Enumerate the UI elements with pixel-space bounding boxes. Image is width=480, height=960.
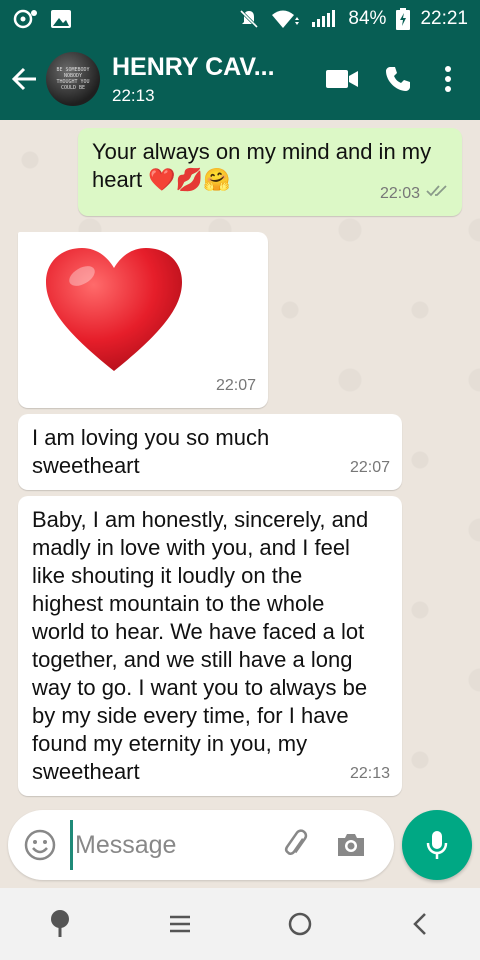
nav-menu-button[interactable] [150,894,210,954]
emoji-icon [24,829,56,861]
video-call-icon [326,70,358,88]
message-bubble-outgoing[interactable]: Your always on my mind and in my heart ❤… [78,128,462,216]
message-time: 22:03 [379,185,420,202]
pin-icon [51,910,69,937]
signal-icon [310,9,338,29]
avatar-text: BE SOMEBODY NOBODY THOUGHT YOU COULD BE [56,67,90,91]
voice-record-button[interactable] [402,810,472,880]
battery-icon [396,8,411,30]
wifi-icon [270,8,300,30]
status-bar: 84% 22:21 [0,0,480,38]
clock: 22:21 [420,8,468,29]
contact-subtitle: 22:13 [112,85,155,105]
back-arrow-icon [11,67,36,91]
attach-button[interactable] [270,815,324,875]
camera-icon [338,834,364,856]
mic-icon [426,831,448,859]
phone-icon [386,67,410,91]
camera-button[interactable] [324,815,378,875]
emoji-button[interactable] [10,815,70,875]
message-text: I am loving you so much sweetheart [32,425,270,478]
attach-icon [284,829,308,855]
back-button[interactable] [2,49,46,109]
message-time: 22:07 [215,377,256,394]
message-bubble-incoming[interactable]: Baby, I am honestly, sincerely, and madl… [18,496,402,796]
image-icon [50,9,72,29]
nav-home-button[interactable] [270,894,330,954]
more-options-button[interactable] [426,51,470,107]
more-vert-icon [445,66,451,92]
home-icon [288,912,312,936]
chat-header: BE SOMEBODY NOBODY THOUGHT YOU COULD BE … [0,38,480,120]
message-time: 22:07 [349,459,390,476]
video-call-button[interactable] [314,51,370,107]
contact-name: HENRY CAV... [112,52,275,81]
nav-pin-button[interactable] [30,894,90,954]
system-nav-bar [0,888,480,960]
double-check-icon [426,180,450,208]
sticker-message[interactable]: 22:07 [18,232,268,408]
message-bubble-incoming[interactable]: I am loving you so much sweetheart 22:07 [18,414,402,490]
mute-icon [238,8,260,30]
heart-sticker-icon [46,248,182,371]
chat-bubble-icon [12,9,38,29]
back-icon [413,913,426,935]
menu-icon [170,915,190,933]
contact-info[interactable]: HENRY CAV... 22:13 [112,53,282,106]
message-input[interactable] [70,820,260,870]
avatar[interactable]: BE SOMEBODY NOBODY THOUGHT YOU COULD BE [46,52,100,106]
battery-percent: 84% [348,8,387,29]
message-list[interactable]: Your always on my mind and in my heart ❤… [0,120,480,810]
message-text: Baby, I am honestly, sincerely, and madl… [32,507,369,784]
composer [8,810,394,880]
nav-back-button[interactable] [390,894,450,954]
voice-call-button[interactable] [370,51,426,107]
message-time: 22:13 [349,765,390,782]
